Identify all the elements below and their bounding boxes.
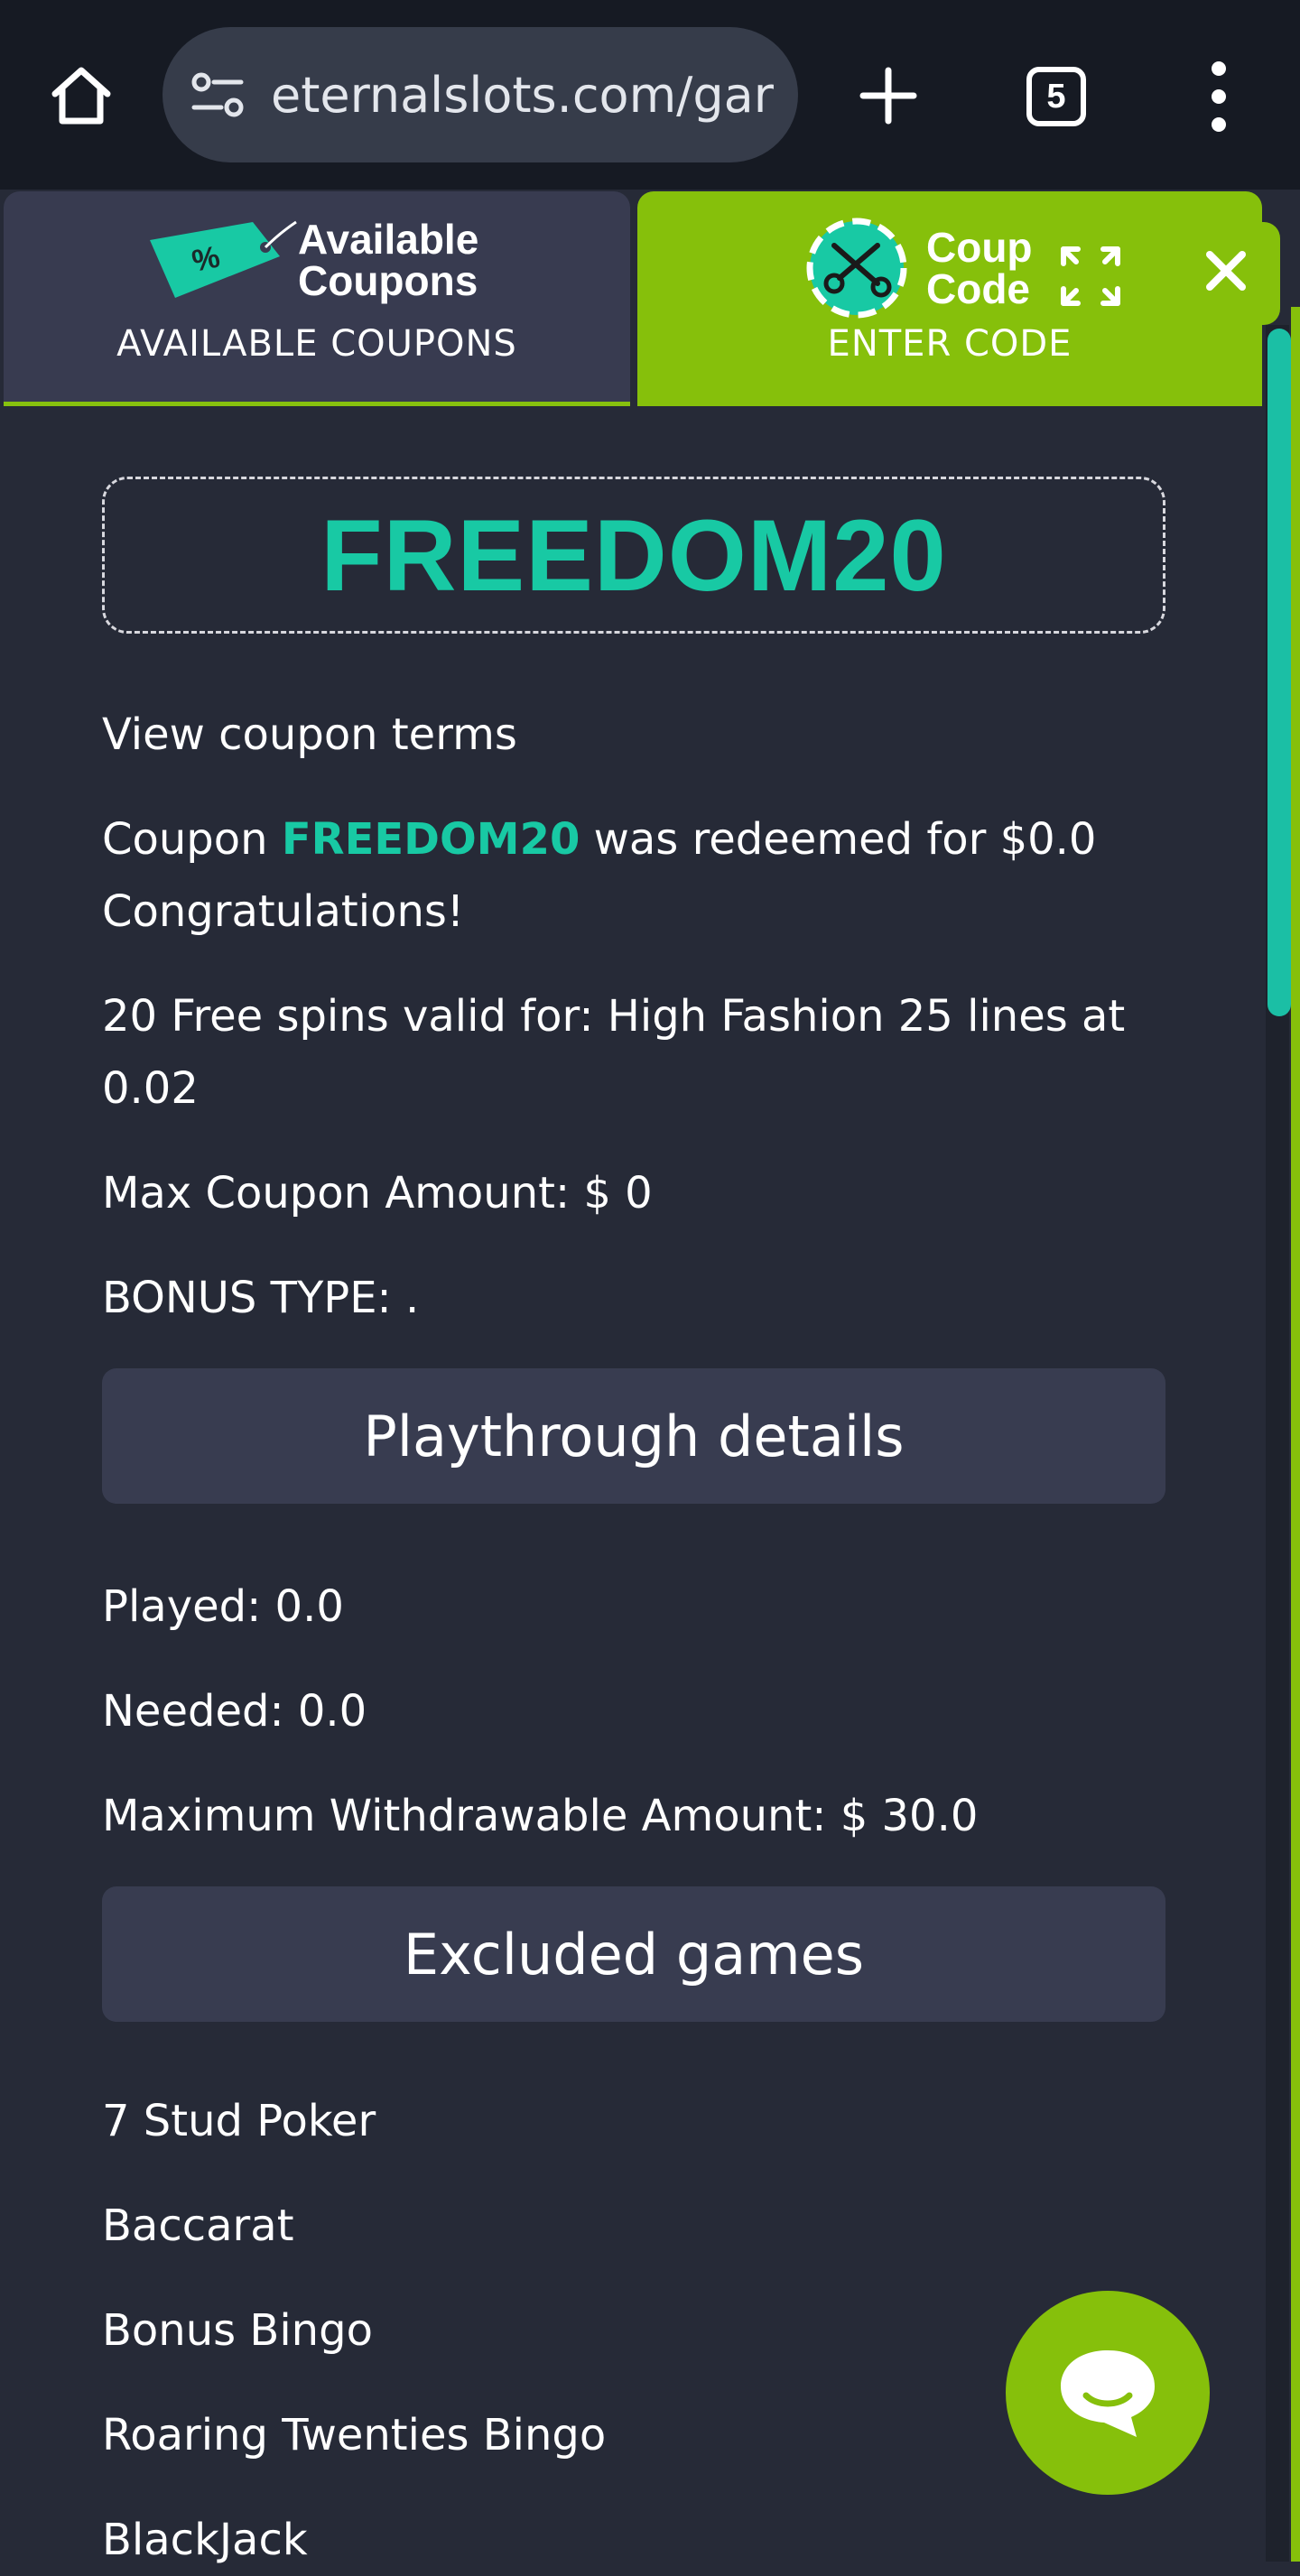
tab-available-coupons[interactable]: % Available Coupons AVAILABLE COUPONS — [4, 191, 630, 406]
coupon-code-box[interactable]: FREEDOM20 — [102, 477, 1165, 634]
redeemed-code: FREEDOM20 — [281, 814, 580, 865]
new-tab-plus-icon[interactable] — [852, 60, 924, 132]
excluded-game-item: 7 Stud Poker — [102, 2096, 376, 2146]
tab-switcher-button[interactable]: 5 — [1020, 63, 1092, 130]
coupon-tag-icon: % — [150, 220, 297, 298]
max-coupon-amount: Max Coupon Amount: $ 0 — [102, 1168, 653, 1219]
home-icon[interactable] — [45, 61, 117, 130]
coupon-code-logo: Coup Code — [803, 215, 1033, 321]
excluded-game-item: Bonus Bingo — [102, 2305, 373, 2356]
chat-button[interactable] — [1006, 2291, 1210, 2495]
excluded-games-button[interactable]: Excluded games — [102, 1886, 1165, 2022]
available-title-line2: Coupons — [298, 257, 478, 304]
redeemed-message: Coupon FREEDOM20 was redeemed for $0.0 — [102, 803, 1165, 876]
free-spins-line1: 20 Free spins valid for: High Fashion 25… — [102, 991, 1126, 1042]
available-title-line1: Available — [298, 216, 479, 263]
scissors-icon — [806, 218, 907, 319]
panel-edge — [1291, 307, 1300, 2562]
expand-icon[interactable] — [1058, 244, 1123, 309]
view-terms-link[interactable]: View coupon terms — [102, 699, 1165, 771]
played-amount: Played: 0.0 — [102, 1581, 344, 1632]
tab-count: 5 — [1026, 67, 1086, 126]
playthrough-details-button[interactable]: Playthrough details — [102, 1368, 1165, 1504]
max-withdrawable-amount: Maximum Withdrawable Amount: $ 30.0 — [102, 1791, 979, 1841]
excluded-game-item: BlackJack — [102, 2515, 308, 2565]
needed-amount: Needed: 0.0 — [102, 1686, 367, 1737]
site-settings-icon[interactable] — [188, 65, 247, 125]
free-spins-line2: 0.02 — [102, 1063, 199, 1114]
excluded-game-item: Roaring Twenties Bingo — [102, 2410, 607, 2460]
chat-bubble-icon — [1061, 2350, 1155, 2437]
more-menu-icon[interactable] — [1192, 56, 1246, 137]
bonus-type: BONUS TYPE: . — [102, 1273, 420, 1323]
enter-title-line2: Code — [926, 265, 1030, 312]
browser-toolbar: eternalslots.com/gar 5 — [0, 0, 1300, 190]
excluded-game-item: Baccarat — [102, 2201, 294, 2251]
tab-available-label: AVAILABLE COUPONS — [116, 323, 517, 365]
url-text: eternalslots.com/gar — [271, 66, 774, 124]
address-bar[interactable]: eternalslots.com/gar — [162, 27, 798, 162]
scrollbar-thumb[interactable] — [1268, 329, 1291, 1016]
redeemed-prefix: Coupon — [102, 814, 282, 865]
tab-enter-code[interactable]: Coup Code ENTER CODE — [637, 191, 1262, 406]
enter-title-line1: Coup — [926, 224, 1033, 271]
close-icon[interactable] — [1201, 246, 1251, 296]
tab-enter-label: ENTER CODE — [827, 323, 1072, 365]
redeemed-suffix: was redeemed for $0.0 — [580, 814, 1097, 865]
coupon-code: FREEDOM20 — [320, 498, 947, 612]
congrats-text: Congratulations! — [102, 886, 465, 937]
available-coupons-logo: % Available Coupons — [144, 215, 478, 305]
